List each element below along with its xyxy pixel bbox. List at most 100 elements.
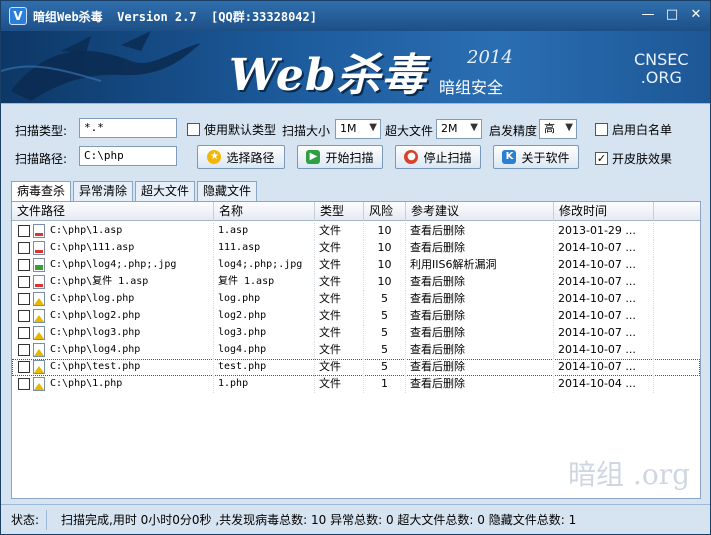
cell-path: C:\php\log2.php	[46, 308, 214, 325]
asp-file-icon	[33, 241, 45, 255]
cell-time: 2013-01-29 ...	[554, 223, 654, 240]
table-header: 文件路径 名称 类型 风险 参考建议 修改时间	[12, 202, 700, 221]
cell-advice: 利用IIS6解析漏洞	[406, 257, 554, 274]
row-checkbox[interactable]	[18, 259, 30, 271]
table-row[interactable]: C:\php\log.php log.php 文件 5 查看后删除 2014-10-07 …	[12, 291, 700, 308]
table-row[interactable]: C:\php\log4;.php;.jpg log4;.php;.jpg 文件 10 利…	[12, 257, 700, 274]
cell-risk: 5	[364, 359, 406, 376]
choose-path-button[interactable]: ★ 选择路径	[197, 145, 285, 169]
tab-virus-scan[interactable]: 病毒查杀	[11, 181, 72, 202]
col-time-header[interactable]: 修改时间	[554, 202, 654, 221]
default-type-label: 使用默认类型	[204, 123, 277, 137]
cell-time: 2014-10-07 ...	[554, 359, 654, 376]
php-file-icon	[33, 326, 45, 340]
control-panel: 扫描类型: *.* 使用默认类型 扫描大小 1M ▼ 超大文件 2M ▼ 启发精…	[1, 103, 710, 181]
banner: Web杀毒 2014 暗组安全 CNSEC .ORG	[1, 31, 710, 103]
table-row[interactable]: C:\php\1.php 1.php 文件 1 查看后删除 2014-10-04 ...	[12, 376, 700, 393]
cell-time: 2014-10-07 ...	[554, 240, 654, 257]
cell-path: C:\php\111.asp	[46, 240, 214, 257]
cell-risk: 5	[364, 308, 406, 325]
skin-box[interactable]: ✓	[595, 152, 608, 165]
default-type-box[interactable]	[187, 123, 200, 136]
table-row[interactable]: C:\php\log2.php log2.php 文件 5 查看后删除 2014-10-0…	[12, 308, 700, 325]
cell-advice: 查看后删除	[406, 291, 554, 308]
tab-hidden-files[interactable]: 隐藏文件	[197, 181, 258, 201]
maximize-button[interactable]: □	[664, 7, 680, 23]
cell-time: 2014-10-04 ...	[554, 376, 654, 393]
skin-checkbox[interactable]: ✓ 开皮肤效果	[595, 150, 672, 167]
col-path-header[interactable]: 文件路径	[12, 202, 214, 221]
table-row[interactable]: C:\php\1.asp 1.asp 文件 10 查看后删除 2013-01-29 ...	[12, 223, 700, 240]
table-row[interactable]: C:\php\log4.php log4.php 文件 5 查看后删除 2014-10-0…	[12, 342, 700, 359]
scan-size-label: 扫描大小	[282, 124, 331, 138]
cell-type: 文件	[315, 274, 364, 291]
row-checkbox[interactable]	[18, 361, 30, 373]
minimize-button[interactable]: —	[640, 7, 656, 23]
status-message: 扫描完成,用时 0小时0分0秒 ,共发现病毒总数: 10 异常总数: 0 超大文…	[61, 512, 577, 527]
skin-label: 开皮肤效果	[612, 152, 673, 166]
tab-bar: 病毒查杀 异常清除 超大文件 隐藏文件	[11, 181, 258, 202]
stop-icon: ●	[404, 150, 419, 164]
cell-advice: 查看后删除	[406, 308, 554, 325]
tab-large-files[interactable]: 超大文件	[135, 181, 196, 201]
table-row[interactable]: C:\php\复件 1.asp 复件 1.asp 文件 10 查看后删除 2014-10-…	[12, 274, 700, 291]
status-label: 状态:	[1, 509, 47, 530]
col-name-header[interactable]: 名称	[214, 202, 315, 221]
cell-advice: 查看后删除	[406, 325, 554, 342]
big-file-select[interactable]: 2M ▼	[436, 119, 482, 139]
cell-advice: 查看后删除	[406, 342, 554, 359]
status-bar: 状态: 扫描完成,用时 0小时0分0秒 ,共发现病毒总数: 10 异常总数: 0…	[1, 504, 710, 534]
cell-type: 文件	[315, 325, 364, 342]
row-checkbox[interactable]	[18, 310, 30, 322]
whitelist-checkbox[interactable]: 启用白名单	[595, 121, 672, 138]
results-table[interactable]: 文件路径 名称 类型 风险 参考建议 修改时间 C:\php\1.asp 1.as…	[11, 201, 701, 499]
table-row[interactable]: C:\php\log3.php log3.php 文件 5 查看后删除 2014-10-0…	[12, 325, 700, 342]
cell-name: log.php	[214, 291, 315, 308]
php-file-icon	[33, 292, 45, 306]
banner-title: Web杀毒	[229, 50, 427, 101]
start-scan-label: 开始扫描	[325, 150, 374, 165]
asp-file-icon	[33, 224, 45, 238]
cell-risk: 10	[364, 274, 406, 291]
stop-scan-label: 停止扫描	[423, 150, 472, 165]
about-label: 关于软件	[521, 150, 570, 165]
scan-type-input[interactable]: *.*	[79, 118, 177, 138]
big-file-value: 2M	[441, 122, 458, 135]
row-checkbox[interactable]	[18, 378, 30, 390]
default-type-checkbox[interactable]: 使用默认类型	[187, 121, 276, 138]
heuristic-select[interactable]: 高 ▼	[539, 119, 577, 139]
scan-path-label: 扫描路径:	[15, 152, 68, 166]
cell-time: 2014-10-07 ...	[554, 274, 654, 291]
tab-anomaly-clean[interactable]: 异常清除	[73, 181, 134, 201]
heuristic-label: 启发精度	[489, 124, 538, 138]
scan-path-input[interactable]: C:\php	[79, 146, 177, 166]
table-row[interactable]: C:\php\111.asp 111.asp 文件 10 查看后删除 2014-10-07…	[12, 240, 700, 257]
scan-size-select[interactable]: 1M ▼	[335, 119, 381, 139]
col-advice-header[interactable]: 参考建议	[406, 202, 554, 221]
col-filler-header	[654, 202, 700, 221]
about-button[interactable]: K 关于软件	[493, 145, 579, 169]
col-type-header[interactable]: 类型	[315, 202, 364, 221]
row-checkbox[interactable]	[18, 276, 30, 288]
whitelist-box[interactable]	[595, 123, 608, 136]
window-title: 暗组Web杀毒 Version 2.7 [QQ群:33328042]	[33, 9, 317, 24]
start-scan-button[interactable]: ▶ 开始扫描	[297, 145, 383, 169]
cell-type: 文件	[315, 240, 364, 257]
close-button[interactable]: ✕	[688, 7, 704, 23]
stop-scan-button[interactable]: ● 停止扫描	[395, 145, 481, 169]
row-checkbox[interactable]	[18, 225, 30, 237]
col-risk-header[interactable]: 风险	[364, 202, 406, 221]
table-row[interactable]: C:\php\test.php test.php 文件 5 查看后删除 2014-10-0…	[12, 359, 700, 376]
title-bar[interactable]: V 暗组Web杀毒 Version 2.7 [QQ群:33328042] — □…	[1, 1, 710, 31]
row-checkbox[interactable]	[18, 293, 30, 305]
cell-risk: 10	[364, 240, 406, 257]
cell-path: C:\php\1.asp	[46, 223, 214, 240]
cell-time: 2014-10-07 ...	[554, 342, 654, 359]
row-checkbox[interactable]	[18, 242, 30, 254]
app-window: V 暗组Web杀毒 Version 2.7 [QQ群:33328042] — □…	[0, 0, 711, 535]
row-checkbox[interactable]	[18, 344, 30, 356]
cell-time: 2014-10-07 ...	[554, 325, 654, 342]
cell-path: C:\php\log3.php	[46, 325, 214, 342]
row-checkbox[interactable]	[18, 327, 30, 339]
cell-advice: 查看后删除	[406, 240, 554, 257]
